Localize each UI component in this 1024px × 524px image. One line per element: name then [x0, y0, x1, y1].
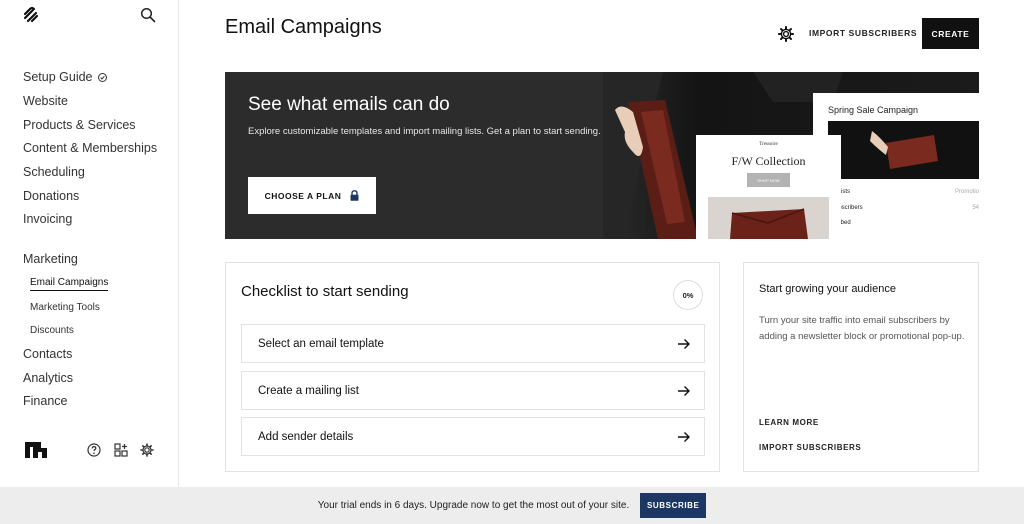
sidebar-subitem-marketing-tools[interactable]: Marketing Tools	[23, 295, 173, 319]
hero-banner: See what emails can do Explore customiza…	[225, 72, 979, 239]
import-subscribers-link[interactable]: IMPORT SUBSCRIBERS	[759, 443, 861, 452]
sidebar-item-label: Marketing Tools	[30, 301, 100, 313]
sparkle-check-icon	[97, 73, 107, 83]
audience-description: Turn your site traffic into email subscr…	[759, 315, 965, 342]
sidebar-item-label: Products & Services	[23, 117, 136, 132]
preview-brand: Tressoire	[759, 142, 778, 147]
arrow-right-icon	[678, 338, 690, 349]
learn-more-link[interactable]: LEARN MORE	[759, 418, 819, 427]
squarespace-logo-icon[interactable]	[22, 6, 40, 24]
sidebar-item-label: Finance	[23, 394, 68, 409]
sidebar-item-content-memberships[interactable]: Content & Memberships	[23, 137, 173, 161]
sidebar-item-label: Invoicing	[23, 212, 73, 227]
sidebar-item-marketing[interactable]: Marketing	[23, 248, 173, 272]
sidebar-item-label: Marketing	[23, 252, 78, 267]
sidebar-item-label: Analytics	[23, 370, 74, 385]
sidebar-item-analytics[interactable]: Analytics	[23, 366, 173, 390]
preview-row: l Subscribers 54	[828, 205, 979, 211]
sidebar-item-label: Contacts	[23, 346, 73, 361]
sidebar-footer	[25, 441, 165, 461]
sidebar-item-invoicing[interactable]: Invoicing	[23, 208, 173, 232]
sidebar: Setup Guide Website Products & Services …	[0, 0, 179, 487]
sidebar-item-setup-guide[interactable]: Setup Guide	[23, 66, 173, 90]
preview-card-image	[828, 121, 979, 179]
nav-divider-space	[23, 232, 173, 248]
checklist-title: Checklist to start sending	[241, 283, 409, 300]
task-label: Add sender details	[258, 430, 354, 443]
task-add-sender-details[interactable]: Add sender details	[241, 417, 705, 456]
sidebar-item-label: Email Campaigns	[30, 276, 109, 291]
subscribe-button[interactable]: SUBSCRIBE	[640, 493, 707, 518]
sidebar-subitem-discounts[interactable]: Discounts	[23, 319, 173, 343]
sidebar-item-website[interactable]: Website	[23, 90, 173, 114]
search-icon[interactable]	[140, 7, 156, 23]
preview-row-value: Promotio	[954, 189, 979, 195]
lock-icon	[350, 190, 359, 201]
task-create-mailing-list[interactable]: Create a mailing list	[241, 371, 705, 410]
page-title: Email Campaigns	[225, 16, 382, 38]
sidebar-item-label: Setup Guide	[23, 70, 93, 85]
sidebar-item-products-services[interactable]: Products & Services	[23, 113, 173, 137]
sidebar-item-donations[interactable]: Donations	[23, 184, 173, 208]
arrow-right-icon	[678, 385, 690, 396]
choose-plan-button[interactable]: CHOOSE A PLAN	[248, 177, 376, 214]
sidebar-item-label: Content & Memberships	[23, 141, 158, 156]
sidebar-item-finance[interactable]: Finance	[23, 390, 173, 414]
task-label: Select an email template	[258, 337, 384, 350]
preview-row-value: 54	[972, 205, 979, 211]
preview-card-image	[708, 197, 829, 239]
sidebar-nav: Setup Guide Website Products & Services …	[23, 66, 173, 414]
audience-title: Start growing your audience	[759, 283, 896, 295]
trial-banner: Your trial ends in 6 days. Upgrade now t…	[0, 487, 1024, 524]
trial-message: Your trial ends in 6 days. Upgrade now t…	[317, 500, 630, 511]
email-preview-fw-collection: Tressoire F/W Collection SHOP NOW	[696, 135, 841, 239]
sidebar-item-label: Discounts	[30, 325, 74, 337]
checklist-card: Checklist to start sending 0% Select an …	[225, 262, 720, 472]
preview-card-title: Spring Sale Campaign	[828, 105, 919, 115]
apps-grid-icon[interactable]	[114, 443, 128, 457]
progress-indicator: 0%	[673, 280, 703, 310]
preview-shop-button: SHOP NOW	[747, 173, 790, 187]
settings-gear-icon[interactable]	[140, 443, 154, 457]
audience-card: Start growing your audience Turn your si…	[743, 262, 979, 472]
preview-row: ing Lists Promotio	[828, 189, 979, 195]
sidebar-item-label: Donations	[23, 188, 80, 203]
sidebar-item-label: Website	[23, 94, 68, 109]
create-button[interactable]: CREATE	[922, 18, 979, 49]
gear-icon[interactable]	[778, 26, 794, 42]
task-select-template[interactable]: Select an email template	[241, 324, 705, 363]
hero-description: Explore customizable templates and impor…	[248, 126, 601, 137]
arrow-right-icon	[678, 431, 690, 442]
hero-title: See what emails can do	[248, 94, 450, 115]
sidebar-item-contacts[interactable]: Contacts	[23, 343, 173, 367]
sidebar-item-scheduling[interactable]: Scheduling	[23, 161, 173, 185]
task-label: Create a mailing list	[258, 384, 359, 397]
preview-row: bscribed	[828, 220, 979, 226]
choose-plan-label: CHOOSE A PLAN	[264, 190, 342, 201]
sidebar-subitem-email-campaigns[interactable]: Email Campaigns	[23, 272, 173, 296]
sidebar-item-label: Scheduling	[23, 165, 85, 180]
import-subscribers-link[interactable]: IMPORT SUBSCRIBERS	[809, 28, 917, 38]
main-content: Email Campaigns IMPORT SUBSCRIBERS CREAT…	[179, 0, 1024, 487]
preview-card-title: F/W Collection	[731, 154, 806, 168]
help-icon[interactable]	[87, 443, 101, 457]
brand-mark-icon[interactable]	[25, 441, 49, 459]
